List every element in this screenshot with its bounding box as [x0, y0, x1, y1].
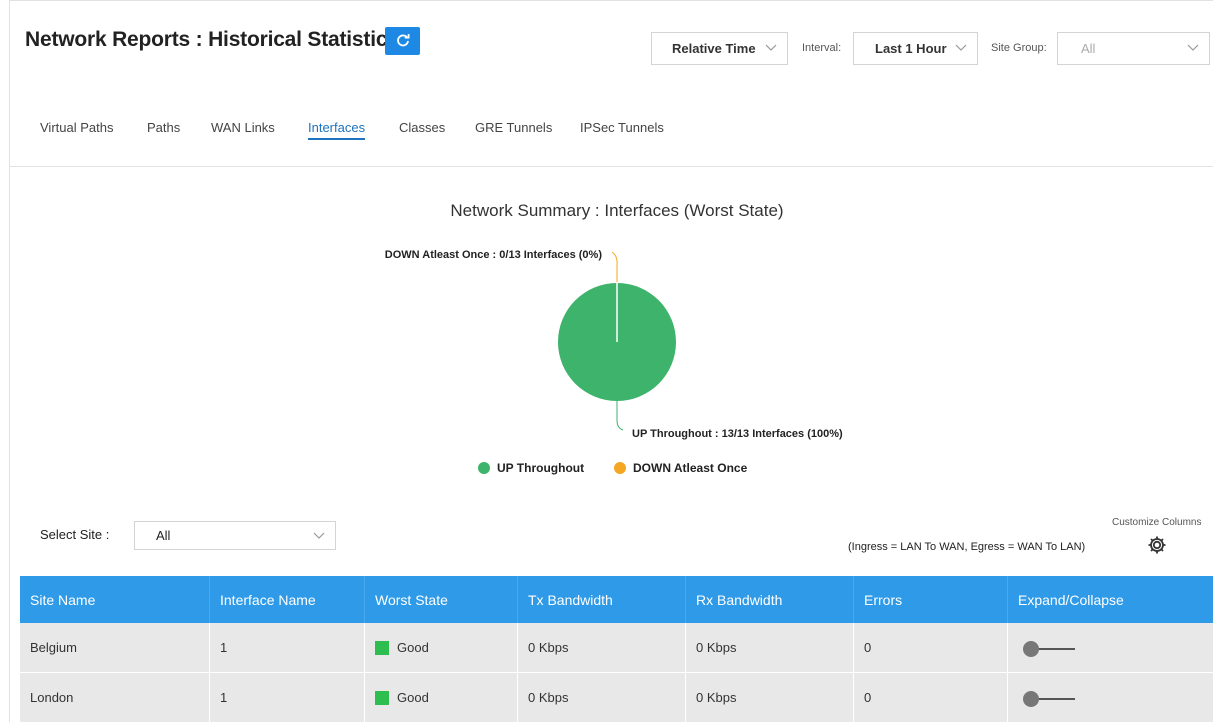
- pie-leader-line-up: [616, 401, 624, 431]
- legend-label-down: DOWN Atleast Once: [633, 461, 748, 475]
- table-header: Site Name Interface Name Worst State Tx …: [20, 576, 1213, 623]
- cell-tx-bandwidth: 0 Kbps: [517, 673, 685, 722]
- select-site-label: Select Site :: [40, 527, 110, 542]
- select-site-value: All: [156, 528, 171, 543]
- pie-chart: DOWN Atleast Once : 0/13 Interfaces (0%)…: [385, 249, 843, 440]
- state-indicator: [375, 640, 389, 655]
- legend-dot-up: [478, 462, 490, 474]
- cell-rx-bandwidth: 0 Kbps: [685, 623, 853, 672]
- cell-errors: 0: [853, 673, 1007, 722]
- cell-site-name: Belgium: [30, 640, 77, 655]
- toggle-knob: [1023, 691, 1039, 707]
- ingress-egress-note: (Ingress = LAN To WAN, Egress = WAN To L…: [848, 541, 1086, 553]
- legend-item-down[interactable]: DOWN Atleast Once: [614, 461, 747, 475]
- cell-worst-state: Good: [364, 623, 517, 672]
- customize-columns-label: Customize Columns: [1112, 517, 1202, 528]
- column-header-errors[interactable]: Errors: [853, 576, 1007, 623]
- column-header-expand-collapse: Expand/Collapse: [1007, 576, 1213, 623]
- column-header-interface-name[interactable]: Interface Name: [209, 576, 364, 623]
- interfaces-table: Site Name Interface Name Worst State Tx …: [20, 576, 1213, 722]
- pie-label-down: DOWN Atleast Once : 0/13 Interfaces (0%): [385, 249, 603, 261]
- state-label: Good: [397, 640, 429, 655]
- table-row: Belgium 1 Good 0 Kbps 0 Kbps 0: [20, 623, 1213, 673]
- toggle-knob: [1023, 641, 1039, 657]
- state-indicator: [375, 690, 389, 705]
- cell-expand-collapse: [1007, 623, 1213, 672]
- cell-site-name: London: [30, 690, 74, 705]
- state-label: Good: [397, 690, 429, 705]
- column-header-worst-state[interactable]: Worst State: [364, 576, 517, 623]
- chevron-down-icon: [313, 532, 325, 539]
- select-site-dropdown[interactable]: All: [134, 521, 336, 550]
- toggle-track: [1033, 648, 1075, 650]
- legend-item-up[interactable]: UP Throughout: [478, 461, 584, 475]
- cell-errors: 0: [853, 623, 1007, 672]
- column-header-tx-bandwidth[interactable]: Tx Bandwidth: [517, 576, 685, 623]
- cell-worst-state: Good: [364, 673, 517, 722]
- cell-expand-collapse: [1007, 673, 1213, 722]
- cell-interface-name: 1: [209, 623, 364, 672]
- gear-icon[interactable]: [1147, 535, 1167, 555]
- legend-label-up: UP Throughout: [497, 461, 585, 475]
- legend-dot-down: [614, 462, 626, 474]
- cell-rx-bandwidth: 0 Kbps: [685, 673, 853, 722]
- cell-interface-name: 1: [209, 673, 364, 722]
- expand-collapse-toggle[interactable]: [1023, 691, 1075, 707]
- pie-label-up: UP Throughout : 13/13 Interfaces (100%): [632, 428, 843, 440]
- cell-tx-bandwidth: 0 Kbps: [517, 623, 685, 672]
- column-header-rx-bandwidth[interactable]: Rx Bandwidth: [685, 576, 853, 623]
- column-header-site-name[interactable]: Site Name: [20, 576, 209, 623]
- expand-collapse-toggle[interactable]: [1023, 641, 1075, 657]
- table-row: London 1 Good 0 Kbps 0 Kbps 0: [20, 673, 1213, 722]
- toggle-track: [1033, 698, 1075, 700]
